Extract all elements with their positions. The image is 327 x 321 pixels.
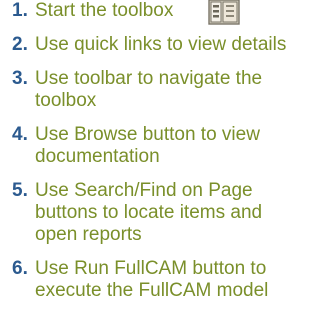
step-text-line: toolbox xyxy=(35,90,97,111)
step-number: 3. xyxy=(12,68,28,89)
step-4: 4. Use Browse button to view documentati… xyxy=(12,124,324,168)
instruction-steps-list: 1. Start the toolbox 2. Use quick links … xyxy=(12,0,324,314)
step-text-line: Use Search/Find on Page xyxy=(35,180,253,201)
step-text-line: documentation xyxy=(35,146,160,167)
step-number: 4. xyxy=(12,124,28,145)
step-text-line: Use quick links to view details xyxy=(35,34,287,55)
step-number: 5. xyxy=(12,180,28,201)
step-text-line: Start the toolbox xyxy=(35,0,174,21)
toolbox-icon xyxy=(208,0,240,25)
step-number: 2. xyxy=(12,34,28,55)
step-text-line: execute the FullCAM model xyxy=(35,280,269,301)
step-text-line: Use Browse button to view xyxy=(35,124,260,145)
step-text-line: open reports xyxy=(35,224,142,245)
step-text-line: Use toolbar to navigate the xyxy=(35,68,263,89)
step-3: 3. Use toolbar to navigate the toolbox xyxy=(12,68,324,112)
step-number: 6. xyxy=(12,258,28,279)
step-text-line: buttons to locate items and xyxy=(35,202,263,223)
step-6: 6. Use Run FullCAM button to execute the… xyxy=(12,258,324,302)
step-number: 1. xyxy=(12,0,28,21)
step-text-line: Use Run FullCAM button to xyxy=(35,258,267,279)
step-5: 5. Use Search/Find on Page buttons to lo… xyxy=(12,180,324,246)
step-2: 2. Use quick links to view details xyxy=(12,34,324,56)
step-1: 1. Start the toolbox xyxy=(12,0,324,25)
